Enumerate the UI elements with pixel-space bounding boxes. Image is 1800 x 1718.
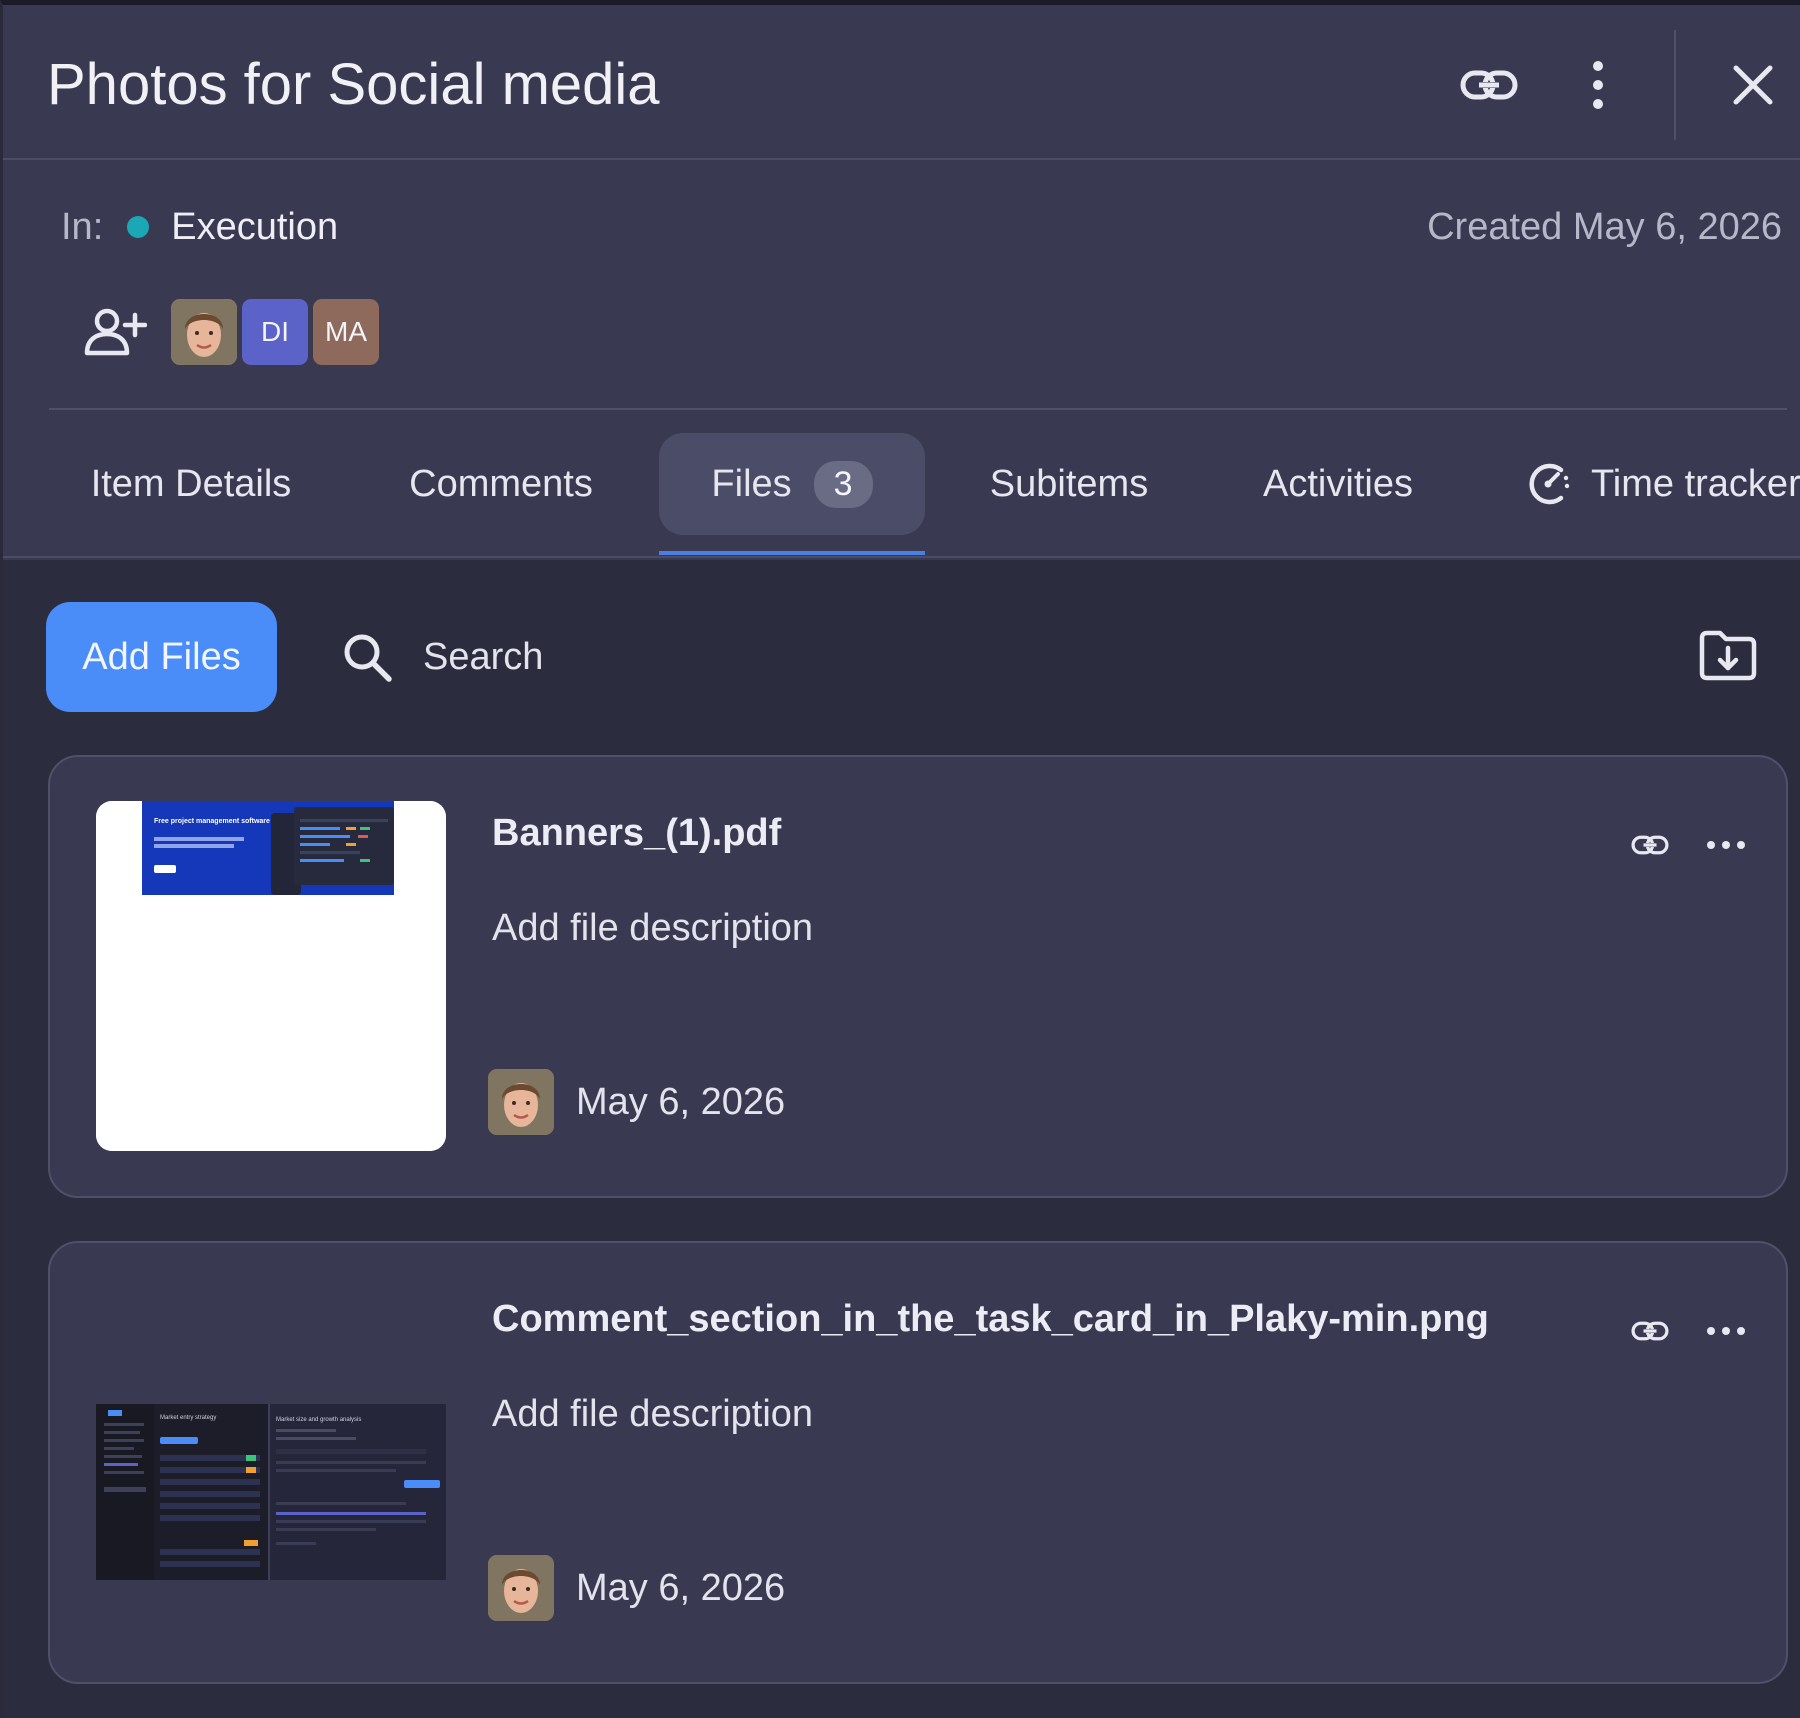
status-dot [127, 216, 150, 238]
created-date: Created May 6, 2026 [1427, 205, 1782, 248]
tab-bar: Item Details Comments Files 3 Subitems A… [3, 430, 1800, 558]
file-name[interactable]: Comment_section_in_the_task_card_in_Plak… [492, 1298, 1489, 1341]
add-files-button[interactable]: Add Files [46, 602, 277, 712]
tab-item-details[interactable]: Item Details [55, 433, 327, 535]
file-card[interactable]: Free project management software Banners… [48, 755, 1788, 1198]
group-location: In: Execution [61, 203, 338, 251]
pdf-preview-image: Free project management software [96, 801, 446, 1151]
add-user-icon [84, 308, 147, 355]
thumb-board-title: Market entry strategy [160, 1415, 216, 1421]
avatar[interactable] [171, 298, 237, 365]
download-all-button[interactable] [1693, 620, 1763, 690]
add-person-button[interactable] [83, 298, 153, 365]
file-description-input[interactable]: Add file description [492, 1393, 813, 1436]
file-thumbnail[interactable]: Free project management software [96, 801, 446, 1151]
file-more-button[interactable] [1696, 815, 1756, 875]
avatar-di[interactable]: DI [242, 298, 308, 365]
tab-subitems[interactable]: Subitems [969, 433, 1169, 535]
search-input[interactable]: Search [341, 612, 941, 702]
horizontal-dots-icon [1707, 1327, 1745, 1335]
file-meta: May 6, 2026 [488, 1555, 785, 1621]
tab-activities[interactable]: Activities [1235, 433, 1441, 535]
tab-files[interactable]: Files 3 [659, 433, 925, 535]
user-photo-icon [488, 1069, 554, 1135]
page-title: Photos for Social media [47, 52, 660, 117]
file-meta: May 6, 2026 [488, 1069, 785, 1135]
tab-label: Item Details [90, 462, 292, 505]
file-description-input[interactable]: Add file description [492, 907, 813, 950]
file-name[interactable]: Banners_(1).pdf [492, 812, 781, 855]
link-icon [1631, 1321, 1669, 1341]
files-count-badge: 3 [813, 460, 873, 508]
thumb-panel-title: Market size and growth analysis [276, 1417, 361, 1423]
close-icon [1733, 65, 1773, 105]
time-tracker-icon [1529, 463, 1570, 505]
item-detail-panel: Photos for Social media In: Execution Cr… [0, 0, 1800, 1718]
tab-label: Files [711, 462, 792, 505]
search-icon [344, 634, 392, 682]
file-card[interactable]: Market entry strategy Market size and gr… [48, 1241, 1788, 1684]
files-content: Add Files Search Free project management… [3, 560, 1800, 1718]
avatar-ma[interactable]: MA [313, 298, 379, 365]
more-options-button[interactable] [1558, 45, 1638, 125]
horizontal-dots-icon [1707, 841, 1745, 849]
copy-link-button[interactable] [1449, 45, 1529, 125]
section-divider [49, 408, 1787, 410]
assignees-row: DI MA [83, 298, 384, 365]
group-name[interactable]: Execution [171, 206, 338, 249]
search-placeholder: Search [423, 635, 544, 678]
tab-label: Activities [1263, 462, 1413, 505]
uploader-avatar [488, 1555, 554, 1621]
file-more-button[interactable] [1696, 1301, 1756, 1361]
panel-header: Photos for Social media [3, 5, 1800, 160]
tab-comments[interactable]: Comments [383, 433, 619, 535]
user-photo-icon [171, 298, 237, 365]
close-button[interactable] [1713, 45, 1793, 125]
png-preview-image: Market entry strategy Market size and gr… [96, 1404, 446, 1580]
upload-date: May 6, 2026 [576, 1566, 786, 1609]
upload-date: May 6, 2026 [576, 1080, 786, 1123]
copy-file-link-button[interactable] [1620, 815, 1680, 875]
tab-label: Subitems [989, 462, 1149, 505]
user-photo-icon [488, 1555, 554, 1621]
thumb-title: Free project management software [154, 818, 270, 825]
uploader-avatar [488, 1069, 554, 1135]
copy-file-link-button[interactable] [1620, 1301, 1680, 1361]
folder-download-icon [1699, 630, 1757, 681]
active-tab-indicator [659, 551, 925, 555]
link-icon [1460, 70, 1518, 100]
header-divider [1674, 30, 1676, 140]
tab-label: Comments [409, 462, 593, 505]
tab-time-tracker[interactable]: Time tracker [1525, 433, 1800, 535]
link-icon [1631, 835, 1669, 855]
in-label: In: [61, 205, 104, 248]
file-thumbnail[interactable]: Market entry strategy Market size and gr… [96, 1287, 446, 1637]
vertical-dots-icon [1593, 61, 1603, 109]
tab-label: Time tracker [1591, 462, 1800, 505]
